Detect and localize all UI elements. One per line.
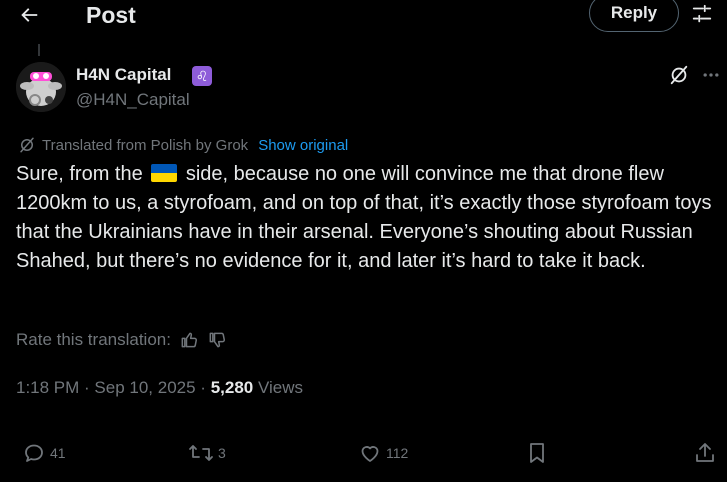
reply-button[interactable]: Reply	[589, 0, 679, 32]
avatar[interactable]	[16, 62, 66, 112]
post-date[interactable]: Sep 10, 2025	[94, 378, 195, 397]
ukraine-flag-icon	[151, 164, 178, 182]
tweet-text-start: Sure, from the	[16, 163, 149, 185]
thread-line	[38, 44, 40, 56]
rate-translation: Rate this translation:	[16, 329, 227, 351]
page-title: Post	[86, 2, 136, 28]
views-label: Views	[253, 378, 303, 397]
repost-count: 3	[218, 445, 226, 461]
more-options-button[interactable]	[700, 64, 722, 86]
views-count: 5,280	[210, 378, 254, 397]
author-handle[interactable]: @H4N_Capital	[76, 89, 190, 111]
tweet-text: Sure, from the side, because no one will…	[16, 160, 722, 276]
reply-count: 41	[50, 445, 66, 461]
post-time[interactable]: 1:18 PM	[16, 378, 79, 397]
like-action[interactable]: 112	[358, 441, 408, 465]
reply-action[interactable]: 41	[22, 441, 66, 465]
arrow-left-icon	[21, 8, 38, 22]
meta-separator: ·	[195, 378, 211, 397]
avatar-image	[16, 62, 66, 112]
leo-badge: ♌	[192, 66, 212, 86]
grok-icon	[670, 65, 688, 85]
repost-icon	[189, 445, 213, 461]
reply-icon	[25, 444, 43, 462]
share-icon	[696, 443, 714, 462]
more-horizontal-icon	[703, 73, 719, 77]
rate-label: Rate this translation:	[16, 330, 171, 349]
grok-button[interactable]	[668, 64, 690, 86]
bookmark-action[interactable]	[526, 441, 548, 465]
share-action[interactable]	[693, 441, 717, 465]
thumbs-up-icon[interactable]	[179, 330, 199, 350]
translation-note-text: Translated from Polish by Grok	[42, 136, 249, 154]
translation-note: Translated from Polish by Grok Show orig…	[18, 136, 348, 154]
sliders-icon	[692, 4, 712, 23]
filter-button[interactable]	[686, 0, 718, 28]
like-count: 112	[386, 445, 409, 461]
grok-translate-icon	[20, 137, 34, 153]
show-original-link[interactable]: Show original	[258, 137, 348, 154]
meta-separator: ·	[79, 378, 95, 397]
repost-action[interactable]: 3	[188, 441, 226, 465]
back-button[interactable]	[10, 0, 48, 30]
heart-icon	[361, 446, 379, 462]
thumbs-down-icon[interactable]	[207, 330, 227, 350]
post-meta: 1:18 PM · Sep 10, 2025 · 5,280 Views	[16, 377, 303, 399]
bookmark-icon	[530, 443, 544, 463]
author-name[interactable]: H4N Capital	[76, 64, 171, 86]
